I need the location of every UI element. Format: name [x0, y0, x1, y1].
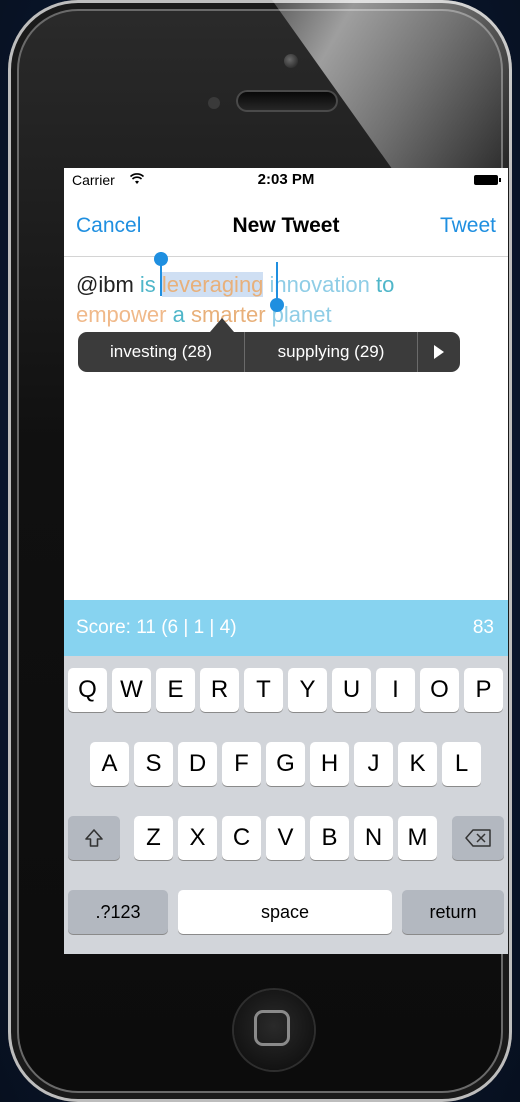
- key-j[interactable]: J: [354, 742, 393, 786]
- key-g[interactable]: G: [266, 742, 305, 786]
- key-c[interactable]: C: [222, 816, 261, 860]
- return-key[interactable]: return: [402, 890, 504, 934]
- front-camera-icon: [284, 54, 298, 68]
- key-l[interactable]: L: [442, 742, 481, 786]
- key-x[interactable]: X: [178, 816, 217, 860]
- key-v[interactable]: V: [266, 816, 305, 860]
- key-w[interactable]: W: [112, 668, 151, 712]
- play-triangle-icon[interactable]: [434, 345, 444, 359]
- screen: Carrier 2:03 PM Cancel New Tweet Tweet @…: [64, 168, 508, 954]
- key-e[interactable]: E: [156, 668, 195, 712]
- selection-start-handle[interactable]: [154, 252, 168, 266]
- key-i[interactable]: I: [376, 668, 415, 712]
- key-d[interactable]: D: [178, 742, 217, 786]
- key-n[interactable]: N: [354, 816, 393, 860]
- shift-key[interactable]: [68, 816, 120, 860]
- key-a[interactable]: A: [90, 742, 129, 786]
- tweet-word: empower: [76, 302, 173, 327]
- key-k[interactable]: K: [398, 742, 437, 786]
- tweet-line-2: empower a smarter planet: [76, 300, 496, 330]
- character-count: 83: [472, 617, 494, 638]
- status-time: 2:03 PM: [257, 171, 315, 188]
- suggestion-popup: investing (28) supplying (29): [78, 332, 460, 372]
- tweet-word: a: [172, 302, 191, 327]
- proximity-sensor: [208, 97, 220, 109]
- key-p[interactable]: P: [464, 668, 503, 712]
- shift-arrow-icon: [85, 829, 103, 847]
- selection-end-handle[interactable]: [270, 298, 284, 312]
- home-button[interactable]: [234, 990, 314, 1070]
- key-r[interactable]: R: [200, 668, 239, 712]
- tweet-word: innovation: [263, 272, 376, 297]
- key-t[interactable]: T: [244, 668, 283, 712]
- selected-word[interactable]: leveraging: [161, 272, 264, 297]
- key-z[interactable]: Z: [134, 816, 173, 860]
- key-q[interactable]: Q: [68, 668, 107, 712]
- suggestion-item[interactable]: investing (28): [78, 332, 244, 372]
- battery-icon: [474, 175, 501, 185]
- key-s[interactable]: S: [134, 742, 173, 786]
- key-y[interactable]: Y: [288, 668, 327, 712]
- tweet-word: @ibm: [76, 272, 140, 297]
- keyboard: Q W E R T Y U I O P A S D F G H J K L Z …: [64, 656, 508, 954]
- tweet-line-1: @ibm is leveraging innovation to: [76, 270, 496, 300]
- navigation-bar: Cancel New Tweet Tweet: [64, 198, 508, 257]
- status-bar: Carrier 2:03 PM: [64, 168, 508, 192]
- tweet-word: to: [375, 272, 395, 297]
- key-b[interactable]: B: [310, 816, 349, 860]
- key-h[interactable]: H: [310, 742, 349, 786]
- key-f[interactable]: F: [222, 742, 261, 786]
- numbers-key[interactable]: .?123: [68, 890, 168, 934]
- home-square-icon: [254, 1010, 290, 1046]
- delete-key[interactable]: [452, 816, 504, 860]
- divider: [417, 332, 418, 372]
- key-o[interactable]: O: [420, 668, 459, 712]
- earpiece-speaker: [236, 90, 338, 112]
- key-m[interactable]: M: [398, 816, 437, 860]
- score-bar: Score: 11 (6 | 1 | 4) 83: [64, 600, 508, 656]
- delete-backspace-icon: [465, 829, 491, 847]
- popup-pointer: [210, 318, 234, 332]
- tweet-word: is: [139, 272, 162, 297]
- tweet-text-area[interactable]: @ibm is leveraging innovation to empower…: [76, 270, 496, 330]
- tweet-button[interactable]: Tweet: [440, 214, 496, 238]
- space-key[interactable]: space: [178, 890, 392, 934]
- iphone-frame: Carrier 2:03 PM Cancel New Tweet Tweet @…: [8, 0, 512, 1102]
- suggestion-item[interactable]: supplying (29): [245, 332, 417, 372]
- score-label: Score: 11 (6 | 1 | 4): [76, 617, 237, 638]
- key-u[interactable]: U: [332, 668, 371, 712]
